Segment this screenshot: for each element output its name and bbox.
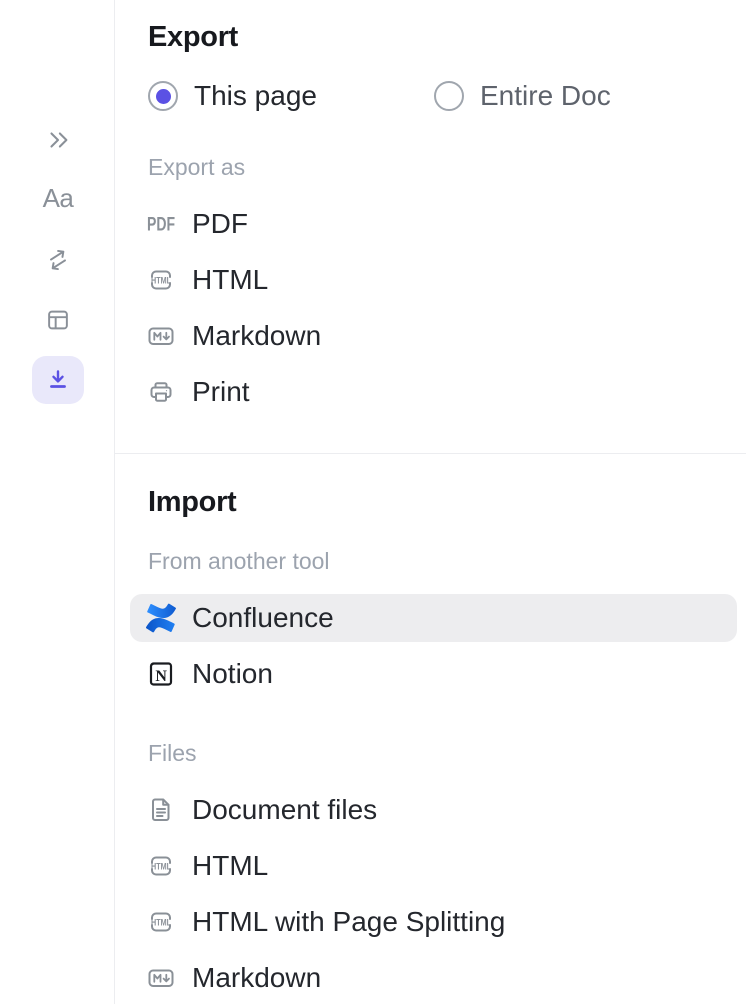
svg-text:HTML: HTML xyxy=(151,275,171,285)
export-item-html[interactable]: HTML HTML xyxy=(130,256,737,304)
layout-button[interactable] xyxy=(32,296,84,344)
export-import-button[interactable] xyxy=(32,356,84,404)
import-file-document-files[interactable]: Document files xyxy=(130,786,737,834)
swap-arrows-icon xyxy=(44,246,72,274)
layout-panel-icon xyxy=(44,306,72,334)
export-item-label: Markdown xyxy=(192,320,321,352)
confluence-icon xyxy=(146,603,176,633)
double-chevron-right-icon xyxy=(44,126,72,154)
files-label: Files xyxy=(148,740,197,767)
rail-divider xyxy=(114,0,115,1004)
export-item-label: PDF xyxy=(192,208,248,240)
export-as-label: Export as xyxy=(148,154,245,181)
print-icon xyxy=(146,377,176,407)
radio-entire-doc-label: Entire Doc xyxy=(480,80,611,112)
import-file-html[interactable]: HTML HTML xyxy=(130,842,737,890)
import-file-html-page-splitting[interactable]: HTML HTML with Page Splitting xyxy=(130,898,737,946)
export-import-panel: Aa xyxy=(0,0,746,1004)
html-icon: HTML xyxy=(146,265,176,295)
svg-text:PDF: PDF xyxy=(147,215,175,236)
import-tool-label: Notion xyxy=(192,658,273,690)
radio-entire-doc[interactable]: Entire Doc xyxy=(434,80,611,112)
radio-this-page[interactable]: This page xyxy=(148,80,317,112)
import-file-label: HTML with Page Splitting xyxy=(192,906,505,938)
import-tool-confluence[interactable]: Confluence xyxy=(130,594,737,642)
export-title: Export xyxy=(148,21,238,54)
document-icon xyxy=(146,795,176,825)
svg-text:HTML: HTML xyxy=(151,861,171,871)
svg-text:HTML: HTML xyxy=(151,917,171,927)
text-aa-icon: Aa xyxy=(43,183,74,214)
section-divider xyxy=(115,453,746,454)
import-file-label: Document files xyxy=(192,794,377,826)
transfer-button[interactable] xyxy=(32,236,84,284)
radio-unselected-icon xyxy=(434,81,464,111)
export-item-print[interactable]: Print xyxy=(130,368,737,416)
export-item-label: HTML xyxy=(192,264,268,296)
html-icon: HTML xyxy=(146,907,176,937)
side-icon-rail: Aa xyxy=(0,0,114,1004)
radio-selected-icon xyxy=(148,81,178,111)
export-item-label: Print xyxy=(192,376,250,408)
import-tool-notion[interactable]: N Notion xyxy=(130,650,737,698)
import-tool-label: Confluence xyxy=(192,602,334,634)
svg-text:N: N xyxy=(155,668,167,685)
markdown-icon xyxy=(146,321,176,351)
pdf-icon: PDF xyxy=(146,209,176,239)
export-item-markdown[interactable]: Markdown xyxy=(130,312,737,360)
from-another-tool-label: From another tool xyxy=(148,548,330,575)
collapse-panel-button[interactable] xyxy=(32,116,84,164)
import-title: Import xyxy=(148,486,236,519)
markdown-icon xyxy=(146,963,176,993)
import-file-label: HTML xyxy=(192,850,268,882)
download-icon xyxy=(43,365,73,395)
text-style-button[interactable]: Aa xyxy=(32,174,84,222)
import-file-markdown[interactable]: Markdown xyxy=(130,954,737,1002)
import-file-label: Markdown xyxy=(192,962,321,994)
html-icon: HTML xyxy=(146,851,176,881)
notion-icon: N xyxy=(146,659,176,689)
radio-this-page-label: This page xyxy=(194,80,317,112)
export-item-pdf[interactable]: PDF PDF xyxy=(130,200,737,248)
